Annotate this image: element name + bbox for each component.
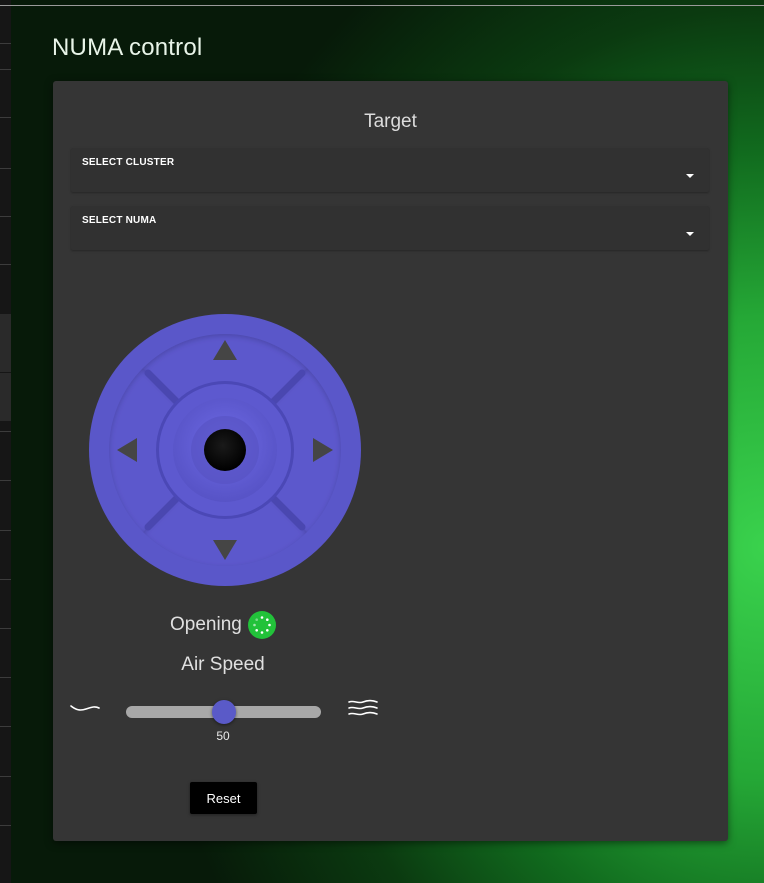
- select-cluster-label: SELECT CLUSTER: [82, 157, 175, 168]
- select-numa-label: SELECT NUMA: [82, 215, 157, 226]
- top-divider: [0, 5, 764, 6]
- caret-down-icon: [686, 232, 694, 236]
- app-title: NUMA control: [52, 34, 203, 61]
- status-row: Opening: [170, 610, 276, 640]
- reset-button[interactable]: Reset: [190, 782, 257, 814]
- target-title: Target: [364, 111, 417, 132]
- left-sidebar-strip: [0, 0, 11, 883]
- air-speed-value: 50: [216, 729, 230, 743]
- caret-down-icon: [686, 174, 694, 178]
- status-text: Opening: [170, 614, 242, 635]
- air-speed-slider[interactable]: [126, 700, 321, 724]
- air-speed-label: Air Speed: [181, 654, 265, 675]
- spinner-icon: [247, 611, 276, 639]
- control-panel: Target SELECT CLUSTER SELECT NUMA Openin…: [53, 81, 728, 841]
- joystick-control[interactable]: [88, 313, 362, 587]
- wind-fast-icon: [347, 699, 379, 722]
- select-numa[interactable]: SELECT NUMA: [71, 206, 709, 250]
- joystick-stick[interactable]: [204, 429, 246, 471]
- wind-slow-icon: [70, 701, 100, 720]
- air-speed-slider-thumb[interactable]: [211, 700, 236, 724]
- select-cluster[interactable]: SELECT CLUSTER: [71, 148, 709, 192]
